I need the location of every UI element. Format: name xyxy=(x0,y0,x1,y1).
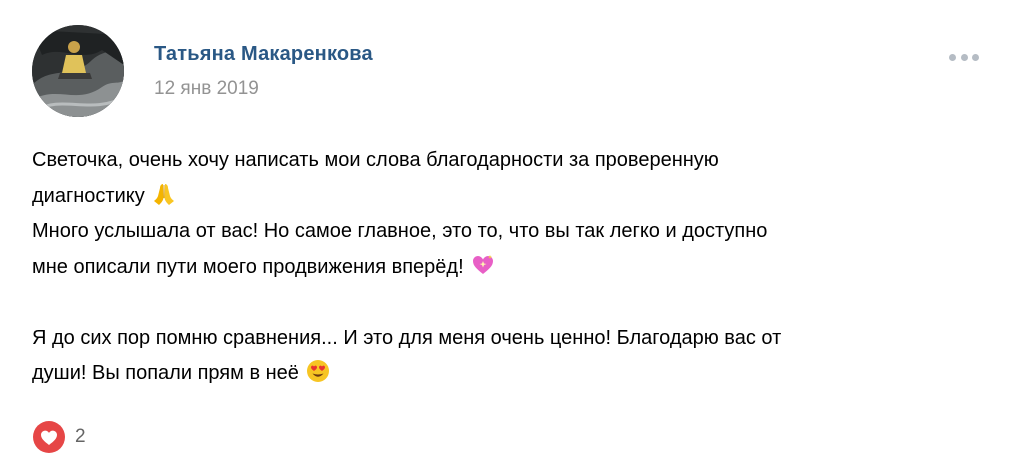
author-name[interactable]: Татьяна Макаренкова xyxy=(154,43,373,66)
post-text-line-3: Много услышала от вас! Но самое главное,… xyxy=(32,220,768,242)
more-dots-icon[interactable] xyxy=(949,48,979,66)
post-text: Светочка, очень хочу написать мои слова … xyxy=(32,143,982,392)
post-text-line xyxy=(32,285,982,321)
like-count: 2 xyxy=(75,426,86,447)
more-dot xyxy=(972,53,979,61)
post-date[interactable]: 12 янв 2019 xyxy=(154,78,259,100)
post-card: Татьяна Макаренкова 12 янв 2019 Светочка… xyxy=(0,0,1013,467)
post-text-line: Много услышала от вас! Но самое главное,… xyxy=(32,214,982,250)
post-text-line-7: души! Вы попали прям в неё xyxy=(32,362,299,384)
heart-eyes-emoji xyxy=(307,360,330,382)
sparkling-heart-emoji xyxy=(473,254,494,274)
post-text-line-2: диагностику xyxy=(32,184,145,207)
post-text-line-6: Я до сих пор помню сравнения... И это дл… xyxy=(32,326,782,349)
heart-icon xyxy=(33,421,65,453)
post-text-line: души! Вы попали прям в неё xyxy=(32,356,982,392)
more-dot xyxy=(949,53,956,61)
post-text-line: мне описали пути моего продвижения вперё… xyxy=(32,250,982,286)
like-button[interactable]: 2 xyxy=(32,420,86,454)
post-text-line: Я до сих пор помню сравнения... И это дл… xyxy=(32,321,982,357)
post-text-line-1: Светочка, очень хочу написать мои слова … xyxy=(32,149,719,171)
folded-hands-emoji xyxy=(154,183,175,205)
avatar-image xyxy=(32,25,124,117)
post-text-line: диагностику xyxy=(32,179,982,215)
avatar[interactable] xyxy=(32,25,124,117)
post-text-line-4: мне описали пути моего продвижения вперё… xyxy=(32,255,464,278)
post-text-line: Светочка, очень хочу написать мои слова … xyxy=(32,143,982,179)
more-dot xyxy=(960,53,968,61)
